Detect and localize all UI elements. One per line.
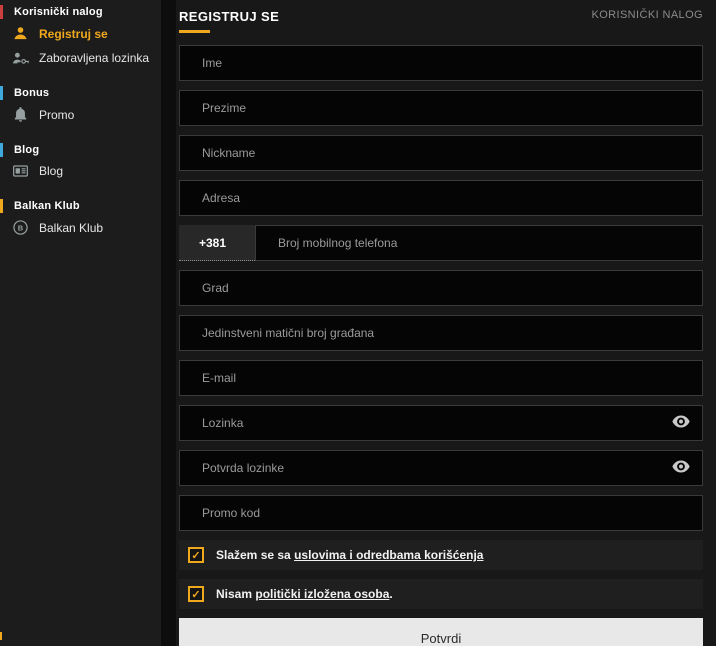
- registration-page: REGISTRUJ SE KORISNIČKI NALOG +381: [176, 0, 716, 646]
- terms-checkbox-row[interactable]: ✓ Slažem se sa uslovima i odredbama kori…: [179, 540, 703, 570]
- confirm-password-input[interactable]: [179, 450, 703, 486]
- sidebar-section-header: Balkan Klub: [0, 199, 161, 213]
- phone-prefix-select[interactable]: +381: [179, 225, 255, 261]
- sidebar-section-bonus: Bonus Promo: [0, 86, 161, 127]
- field-email: [179, 360, 703, 396]
- breadcrumb: KORISNIČKI NALOG: [591, 9, 703, 21]
- terms-link[interactable]: uslovima i odredbama korišćenja: [294, 548, 483, 562]
- title-underline: [179, 30, 210, 33]
- password-input[interactable]: [179, 405, 703, 441]
- confirm-password-visibility-toggle[interactable]: [670, 459, 692, 478]
- sidebar-section-header: Korisnički nalog: [0, 5, 161, 19]
- user-key-icon: [9, 52, 31, 65]
- sidebar-section-blog: Blog Blog: [0, 143, 161, 183]
- eye-icon: [672, 460, 690, 476]
- registration-form: +381: [179, 45, 703, 646]
- sidebar-item-label: Promo: [39, 107, 75, 122]
- pep-link[interactable]: politički izložena osoba: [255, 587, 389, 601]
- sidebar-item-promo[interactable]: Promo: [0, 102, 161, 127]
- check-icon: ✓: [191, 549, 201, 562]
- submit-button[interactable]: Potvrdi: [179, 618, 703, 646]
- national-id-input[interactable]: [179, 315, 703, 351]
- pep-checkbox-row[interactable]: ✓ Nisam politički izložena osoba.: [179, 579, 703, 609]
- field-promo-kod: [179, 495, 703, 531]
- user-icon: [9, 26, 31, 41]
- sidebar-item-label: Balkan Klub: [39, 220, 104, 235]
- field-adresa: [179, 180, 703, 216]
- eye-icon: [672, 415, 690, 431]
- club-b-icon: B: [9, 220, 31, 235]
- password-visibility-toggle[interactable]: [670, 414, 692, 433]
- field-grad: [179, 270, 703, 306]
- city-input[interactable]: [179, 270, 703, 306]
- sidebar-section-balkan-klub: Balkan Klub B Balkan Klub: [0, 199, 161, 240]
- sidebar-item-blog[interactable]: Blog: [0, 159, 161, 183]
- pep-checkbox-label: Nisam politički izložena osoba.: [216, 587, 393, 601]
- terms-checkbox[interactable]: ✓: [188, 547, 204, 563]
- field-potvrda-lozinke: [179, 450, 703, 486]
- sidebar-item-label: Zaboravljena lozinka: [39, 51, 150, 65]
- first-name-input[interactable]: [179, 45, 703, 81]
- sidebar: Korisnički nalog Registruj se Zaboravlje…: [0, 0, 161, 646]
- news-icon: [9, 165, 31, 177]
- pep-checkbox[interactable]: ✓: [188, 586, 204, 602]
- nickname-input[interactable]: [179, 135, 703, 171]
- page-title: REGISTRUJ SE: [179, 9, 280, 24]
- field-prezime: [179, 90, 703, 126]
- sidebar-item-label: Registruj se: [39, 26, 108, 41]
- svg-text:B: B: [17, 223, 23, 232]
- last-name-input[interactable]: [179, 90, 703, 126]
- field-lozinka: [179, 405, 703, 441]
- field-jmbg: [179, 315, 703, 351]
- field-ime: [179, 45, 703, 81]
- address-input[interactable]: [179, 180, 703, 216]
- field-nickname: [179, 135, 703, 171]
- promo-code-input[interactable]: [179, 495, 703, 531]
- sidebar-item-zaboravljena-lozinka[interactable]: Zaboravljena lozinka: [0, 46, 161, 70]
- sidebar-section-header: Bonus: [0, 86, 161, 100]
- terms-checkbox-label: Slažem se sa uslovima i odredbama korišć…: [216, 548, 484, 562]
- sidebar-item-registruj-se[interactable]: Registruj se: [0, 21, 161, 46]
- phone-input[interactable]: [255, 225, 703, 261]
- sidebar-section-account: Korisnički nalog Registruj se Zaboravlje…: [0, 5, 161, 70]
- sidebar-section-header: Blog: [0, 143, 161, 157]
- sidebar-item-balkan-klub[interactable]: B Balkan Klub: [0, 215, 161, 240]
- check-icon: ✓: [191, 588, 201, 601]
- email-input[interactable]: [179, 360, 703, 396]
- sidebar-bottom-accent: [0, 632, 2, 640]
- field-phone: +381: [179, 225, 703, 261]
- sidebar-item-label: Blog: [39, 164, 64, 178]
- bell-icon: [9, 107, 31, 122]
- page-header: REGISTRUJ SE KORISNIČKI NALOG: [179, 9, 703, 33]
